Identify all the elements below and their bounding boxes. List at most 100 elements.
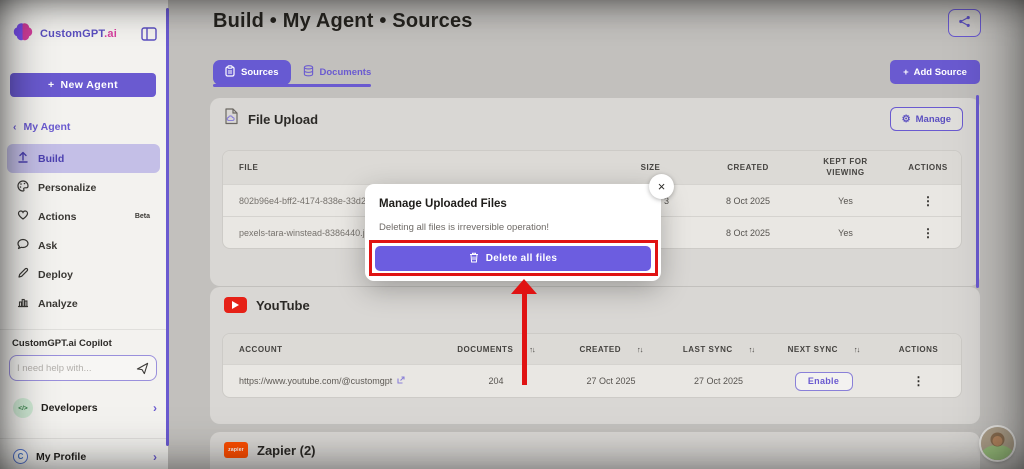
user-avatar[interactable]	[981, 427, 1014, 460]
sidebar-nav: Build Personalize Actions Beta Ask Deplo…	[7, 144, 160, 318]
sidebar-item-personalize[interactable]: Personalize	[7, 173, 160, 202]
brand-name: CustomGPT.ai	[40, 28, 117, 40]
manage-files-modal: × Manage Uploaded Files Deleting all fil…	[365, 174, 674, 281]
share-button[interactable]	[948, 9, 981, 37]
youtube-icon	[224, 297, 247, 313]
sidebar-item-my-profile[interactable]: C My Profile ›	[7, 444, 163, 469]
app-window: CustomGPT.ai + New Agent ‹ My Agent Buil…	[0, 0, 1024, 469]
file-created: 8 Oct 2025	[725, 195, 771, 206]
sidebar-item-deploy[interactable]: Deploy	[7, 260, 160, 289]
send-icon[interactable]	[136, 362, 149, 375]
pen-icon	[17, 267, 29, 282]
sidebar-scrollbar[interactable]	[166, 8, 169, 446]
tab-documents[interactable]: Documents	[291, 60, 384, 85]
tab-sources-label: Sources	[241, 67, 279, 78]
add-source-button[interactable]: + Add Source	[890, 60, 980, 84]
nav-label: Actions	[38, 210, 77, 223]
last-sync-date: 27 Oct 2025	[693, 376, 744, 386]
file-kept: Yes	[838, 195, 853, 206]
copilot-label: CustomGPT.ai Copilot	[12, 338, 112, 349]
sort-icon[interactable]: ↑↓	[529, 345, 535, 354]
file-upload-icon	[224, 108, 239, 130]
col-actions: ACTIONS	[908, 163, 948, 172]
chat-bubble-icon	[17, 238, 29, 253]
sidebar-item-developers[interactable]: </> Developers ›	[7, 393, 163, 423]
documents-count: 204	[488, 376, 504, 386]
nav-label: Build	[38, 152, 65, 165]
new-agent-button[interactable]: + New Agent	[10, 73, 156, 97]
copilot-input-wrap	[9, 355, 157, 381]
sort-icon[interactable]: ↑↓	[637, 345, 643, 354]
youtube-section: YouTube ACCOUNT DOCUMENTS ↑↓ CREATED ↑↓ LA…	[210, 287, 980, 424]
plus-icon: +	[47, 79, 55, 91]
copilot-input[interactable]	[17, 362, 127, 374]
sidebar: CustomGPT.ai + New Agent ‹ My Agent Buil…	[0, 0, 168, 469]
zapier-icon: zapier	[224, 442, 248, 458]
tab-underline	[213, 84, 371, 87]
clipboard-icon	[225, 65, 235, 80]
plus-icon: +	[903, 66, 909, 78]
heart-hand-icon	[17, 209, 29, 224]
col-actions: ACTIONS	[898, 344, 939, 354]
divider	[0, 329, 166, 330]
sidebar-collapse-icon[interactable]	[140, 26, 158, 42]
sidebar-item-build[interactable]: Build	[7, 144, 160, 173]
col-documents: DOCUMENTS ↑↓	[457, 344, 535, 354]
col-file: FILE	[239, 163, 259, 172]
tab-sources[interactable]: Sources	[213, 60, 291, 85]
content-scrollbar[interactable]	[976, 95, 979, 288]
chevron-right-icon: ›	[153, 401, 157, 415]
file-kept: Yes	[838, 227, 853, 238]
col-last-sync: LAST SYNC ↑↓	[682, 344, 755, 354]
delete-all-files-button[interactable]: Delete all files	[375, 246, 651, 271]
sort-icon[interactable]: ↑↓	[854, 345, 860, 354]
divider	[0, 438, 166, 439]
profile-circle-icon: C	[13, 449, 28, 464]
kebab-menu-icon[interactable]: ⋮	[922, 194, 934, 208]
kebab-menu-icon[interactable]: ⋮	[913, 374, 925, 388]
chevron-left-icon: ‹	[13, 121, 17, 133]
file-table-header: FILE SIZE CREATED KEPT FOR VIEWING ACTIO…	[223, 151, 961, 184]
zapier-title: Zapier (2)	[257, 442, 316, 458]
sidebar-item-actions[interactable]: Actions Beta	[7, 202, 160, 231]
manage-button[interactable]: ⚙ Manage	[889, 107, 963, 131]
database-icon	[303, 65, 314, 80]
brand-row: CustomGPT.ai	[12, 20, 158, 48]
nav-label: Ask	[38, 239, 58, 252]
kebab-menu-icon[interactable]: ⋮	[922, 226, 934, 240]
profile-label: My Profile	[36, 450, 87, 463]
sidebar-item-ask[interactable]: Ask	[7, 231, 160, 260]
enable-button[interactable]: Enable	[794, 371, 853, 391]
bar-chart-icon	[17, 296, 29, 311]
col-size: SIZE	[640, 163, 661, 172]
youtube-title: YouTube	[256, 297, 310, 313]
nav-label: Personalize	[38, 181, 97, 194]
nav-label: Analyze	[38, 297, 78, 310]
palette-icon	[17, 180, 29, 195]
chevron-right-icon: ›	[153, 449, 157, 464]
col-created: CREATED ↑↓	[579, 344, 643, 354]
nav-label: Deploy	[38, 268, 74, 281]
modal-warning-text: Deleting all files is irreversible opera…	[379, 222, 550, 233]
code-icon: </>	[13, 398, 33, 418]
developers-label: Developers	[41, 402, 98, 414]
col-account: ACCOUNT	[239, 344, 283, 354]
file-upload-title: File Upload	[248, 111, 319, 127]
close-icon[interactable]: ×	[649, 174, 674, 199]
beta-badge: Beta	[134, 213, 150, 220]
youtube-account-link[interactable]: https://www.youtube.com/@customgpt	[239, 376, 392, 386]
sort-icon[interactable]: ↑↓	[749, 345, 755, 354]
col-kept-for-viewing: KEPT FOR VIEWING	[823, 156, 868, 177]
col-next-sync: NEXT SYNC ↑↓	[787, 344, 861, 354]
created-date: 27 Oct 2025	[586, 376, 636, 386]
external-link-icon[interactable]	[397, 376, 405, 386]
back-my-agent[interactable]: ‹ My Agent	[13, 121, 70, 133]
tab-documents-label: Documents	[319, 67, 372, 78]
file-created: 8 Oct 2025	[725, 227, 771, 238]
gear-icon: ⚙	[901, 113, 911, 125]
zapier-section: zapier Zapier (2)	[210, 432, 980, 469]
brand-logo-icon	[12, 21, 34, 48]
youtube-table-header: ACCOUNT DOCUMENTS ↑↓ CREATED ↑↓ LAST SYNC ↑…	[223, 334, 961, 364]
sidebar-item-analyze[interactable]: Analyze	[7, 289, 160, 318]
upload-icon	[17, 151, 29, 166]
